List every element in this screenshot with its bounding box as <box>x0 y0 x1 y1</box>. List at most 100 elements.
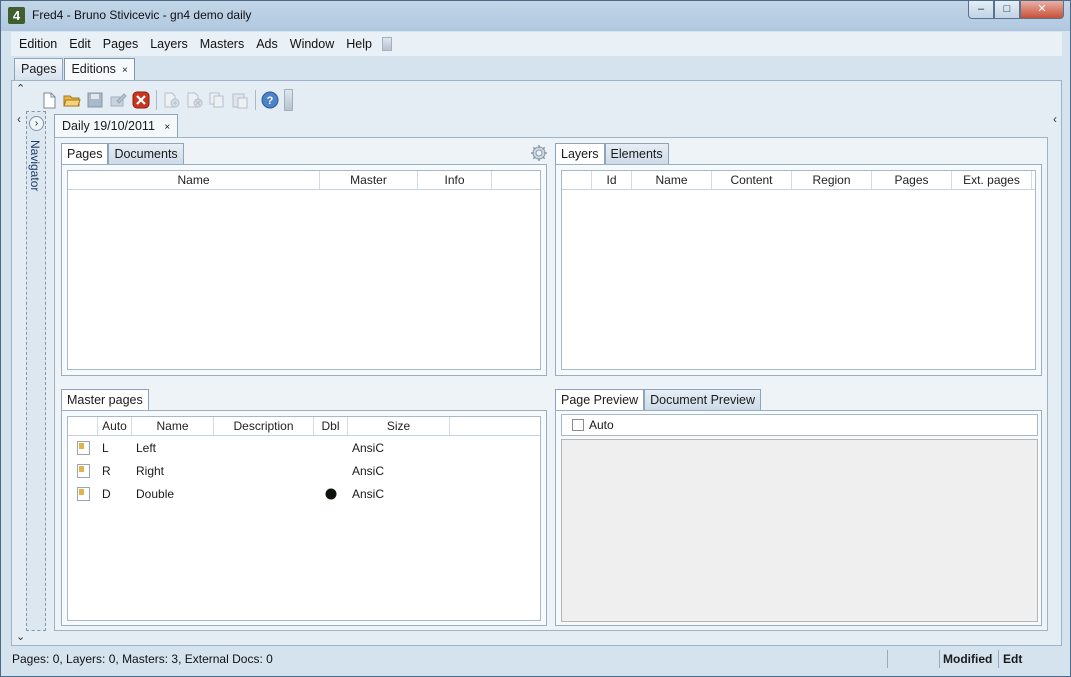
table-row[interactable]: L Left AnsiC <box>68 436 540 459</box>
column-header-info[interactable]: Info <box>418 171 492 189</box>
navigator-label: Navigator <box>28 140 42 192</box>
menu-pages[interactable]: Pages <box>99 32 142 56</box>
table-row[interactable]: R Right AnsiC <box>68 459 540 482</box>
navigator-sidebar[interactable]: › Navigator <box>26 111 46 631</box>
row-size: AnsiC <box>352 486 385 501</box>
row-auto: R <box>102 463 111 478</box>
save-icon[interactable] <box>84 90 105 111</box>
help-icon[interactable]: ? <box>259 90 280 111</box>
title-bar: 4 Fred4 - Bruno Stivicevic - gn4 demo da… <box>1 1 1070 31</box>
paste-icon[interactable] <box>229 90 250 111</box>
menu-masters[interactable]: Masters <box>196 32 248 56</box>
column-header-description[interactable]: Description <box>214 417 314 435</box>
row-name: Right <box>136 463 165 478</box>
page-preview-canvas[interactable] <box>561 439 1038 622</box>
tab-pages[interactable]: Pages <box>14 58 64 80</box>
remove-page-icon[interactable] <box>183 90 204 111</box>
row-auto: L <box>102 440 109 455</box>
open-folder-icon[interactable] <box>61 90 82 111</box>
column-header-master-name[interactable]: Name <box>132 417 214 435</box>
row-size: AnsiC <box>352 463 385 478</box>
master-grid-header: Auto Name Description Dbl Size <box>68 417 540 436</box>
column-header-pages[interactable]: Pages <box>872 171 952 189</box>
master-pages-grid[interactable]: Auto Name Description Dbl Size L Left An… <box>67 416 541 621</box>
edition-tab-label: Daily 19/10/2011 <box>62 119 155 133</box>
column-header-name[interactable]: Name <box>68 171 320 189</box>
menu-window[interactable]: Window <box>286 32 338 56</box>
auto-checkbox[interactable] <box>572 419 584 431</box>
menu-edit[interactable]: Edit <box>65 32 95 56</box>
tab-edition-daily[interactable]: Daily 19/10/2011 × <box>54 114 179 138</box>
delete-icon[interactable] <box>130 90 151 111</box>
column-header-icon <box>68 417 98 435</box>
column-header-content[interactable]: Content <box>712 171 792 189</box>
app-logo-icon: 4 <box>8 7 25 24</box>
menu-ads[interactable]: Ads <box>252 32 282 56</box>
layers-grid[interactable]: Id Name Content Region Pages Ext. pages <box>561 170 1036 370</box>
tab-pages-list[interactable]: Pages <box>61 143 109 165</box>
tab-elements[interactable]: Elements <box>604 143 669 164</box>
pages-grid-header: Name Master Info <box>68 171 540 190</box>
row-auto: D <box>102 486 111 501</box>
edition-tab-close-icon[interactable]: × <box>164 122 170 133</box>
master-page-icon <box>68 486 98 501</box>
column-header-master[interactable]: Master <box>320 171 418 189</box>
minimize-button[interactable]: – <box>968 1 994 19</box>
column-header-dbl[interactable]: Dbl <box>314 417 348 435</box>
tab-layers[interactable]: Layers <box>555 143 605 165</box>
status-divider <box>887 650 888 668</box>
tab-editions[interactable]: Editions × <box>64 58 135 81</box>
status-summary: Pages: 0, Layers: 0, Masters: 3, Externa… <box>12 652 273 666</box>
close-window-button[interactable]: ✕ <box>1020 1 1064 19</box>
maximize-button[interactable]: □ <box>994 1 1020 19</box>
auto-preview-row: Auto <box>561 414 1038 436</box>
column-header-id[interactable]: Id <box>592 171 632 189</box>
preview-panel-tabs: Page Preview Document Preview <box>555 389 762 411</box>
tab-pages-label: Pages <box>21 62 57 76</box>
menu-edition[interactable]: Edition <box>15 32 61 56</box>
tab-documents[interactable]: Documents <box>108 143 184 164</box>
master-pages-tabs: Master pages <box>61 389 149 411</box>
tab-editions-label: Editions <box>71 62 116 76</box>
toolbar-overflow-grip[interactable] <box>284 89 293 111</box>
window-title: Fred4 - Bruno Stivicevic - gn4 demo dail… <box>32 8 252 22</box>
copy-icon[interactable] <box>206 90 227 111</box>
table-row[interactable]: D Double AnsiC <box>68 482 540 505</box>
tab-page-preview[interactable]: Page Preview <box>555 389 645 411</box>
layers-panel: Layers Elements Id Name Content Region P… <box>555 143 1042 376</box>
menu-layers[interactable]: Layers <box>146 32 192 56</box>
collapse-right-icon[interactable]: ‹ <box>1053 112 1057 126</box>
tab-editions-close-icon[interactable]: × <box>122 65 128 76</box>
status-divider <box>939 650 940 668</box>
menu-bar: Edition Edit Pages Layers Masters Ads Wi… <box>11 32 1062 56</box>
new-doc-icon[interactable] <box>38 90 59 111</box>
column-header-layer-name[interactable]: Name <box>632 171 712 189</box>
master-page-icon <box>68 440 98 455</box>
double-indicator-icon <box>325 488 337 499</box>
column-header-blank <box>562 171 592 189</box>
tab-document-preview[interactable]: Document Preview <box>644 389 762 410</box>
column-header-size[interactable]: Size <box>348 417 450 435</box>
column-header-auto[interactable]: Auto <box>98 417 132 435</box>
toolbar: ? <box>38 87 293 113</box>
add-page-icon[interactable] <box>160 90 181 111</box>
layers-panel-body: Id Name Content Region Pages Ext. pages <box>555 164 1042 376</box>
edit-disabled-icon[interactable] <box>107 90 128 111</box>
settings-gear-icon[interactable] <box>531 145 547 161</box>
column-header-region[interactable]: Region <box>792 171 872 189</box>
status-bar: Pages: 0, Layers: 0, Masters: 3, Externa… <box>2 648 1069 676</box>
pages-panel-body: Name Master Info <box>61 164 547 376</box>
svg-text:?: ? <box>266 95 273 107</box>
tab-master-pages[interactable]: Master pages <box>61 389 149 411</box>
row-dbl <box>314 488 348 500</box>
navigator-toggle-button[interactable]: › <box>29 116 44 131</box>
scroll-down-icon[interactable]: ⌄ <box>16 630 25 643</box>
auto-checkbox-label[interactable]: Auto <box>589 418 614 432</box>
collapse-left-icon[interactable]: ‹ <box>17 112 21 126</box>
menu-overflow-grip[interactable] <box>381 37 392 51</box>
column-header-ext-pages[interactable]: Ext. pages <box>952 171 1032 189</box>
pages-panel: Pages Documents Name Master Info <box>61 143 547 376</box>
menu-help[interactable]: Help <box>342 32 376 56</box>
pages-grid[interactable]: Name Master Info <box>67 170 541 370</box>
scroll-up-icon[interactable]: ⌃ <box>16 82 25 95</box>
